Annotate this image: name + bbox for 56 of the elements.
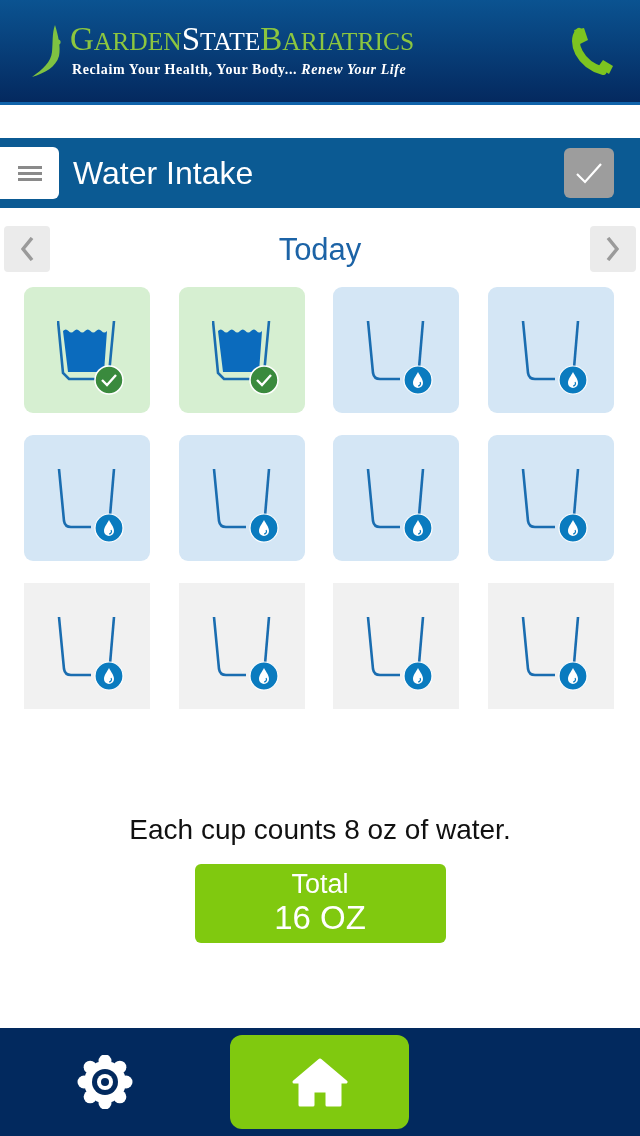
water-drop-icon (94, 661, 124, 691)
empty-glass-icon (57, 467, 117, 529)
page-title: Water Intake (73, 157, 254, 189)
cup-tile[interactable] (24, 435, 150, 561)
confirm-button[interactable] (564, 148, 614, 198)
home-icon (291, 1057, 348, 1107)
chevron-left-icon (20, 237, 34, 261)
cup-tile[interactable] (333, 435, 460, 561)
check-badge-icon (94, 365, 124, 395)
cup-tile[interactable] (24, 287, 150, 413)
cup-tile[interactable] (178, 583, 305, 709)
empty-glass-icon (520, 319, 581, 381)
water-drop-icon (248, 661, 279, 691)
empty-glass-icon (211, 615, 272, 677)
water-drop-icon (557, 365, 588, 395)
total-value: 16 OZ (274, 899, 366, 937)
cup-tile[interactable] (24, 583, 150, 709)
empty-glass-icon (211, 467, 272, 529)
cup-tile[interactable] (333, 287, 460, 413)
cup-tile[interactable] (487, 583, 614, 709)
logo-tagline: Reclaim Your Health, Your Body... Renew Your Life (72, 60, 408, 79)
water-drop-icon (403, 513, 434, 543)
cup-tile[interactable] (487, 435, 614, 561)
water-drop-icon (403, 365, 434, 395)
home-button[interactable] (230, 1035, 409, 1129)
cup-tile[interactable] (487, 287, 614, 413)
cup-tile[interactable] (178, 287, 305, 413)
chevron-right-icon (606, 237, 620, 261)
empty-glass-icon (57, 615, 117, 677)
swoosh-icon (32, 25, 62, 77)
water-drop-icon (557, 661, 588, 691)
water-glass-icon (57, 319, 117, 381)
water-drop-icon (94, 513, 124, 543)
previous-day-button[interactable] (4, 226, 50, 272)
cup-tile[interactable] (178, 435, 305, 561)
water-drop-icon (403, 661, 434, 691)
next-day-button[interactable] (590, 226, 636, 272)
empty-glass-icon (366, 319, 427, 381)
total-label: Total (291, 870, 349, 900)
water-drop-icon (248, 513, 279, 543)
settings-icon[interactable] (76, 1055, 134, 1109)
cup-tile[interactable] (333, 583, 460, 709)
check-icon (576, 162, 602, 184)
logo-wordmark: GARDENSTATEBARIATRICS (70, 22, 415, 56)
info-text: Each cup counts 8 oz of water. (128, 813, 512, 847)
empty-glass-icon (520, 467, 581, 529)
empty-glass-icon (366, 615, 427, 677)
check-badge-icon (248, 365, 279, 395)
empty-glass-icon (366, 467, 427, 529)
menu-icon (17, 165, 42, 181)
menu-button[interactable] (0, 147, 59, 199)
water-drop-icon (557, 513, 588, 543)
date-label: Today (278, 233, 362, 265)
phone-icon[interactable] (570, 27, 614, 75)
empty-glass-icon (520, 615, 581, 677)
water-glass-icon (211, 319, 272, 381)
